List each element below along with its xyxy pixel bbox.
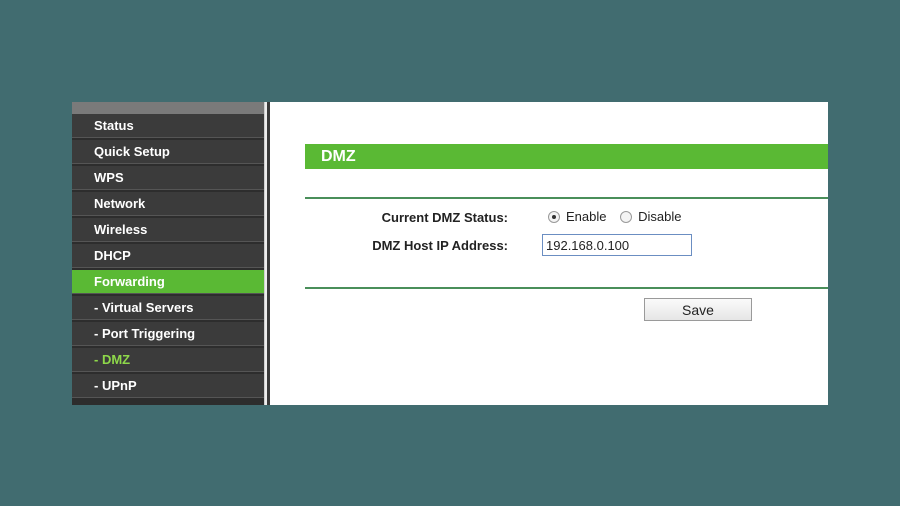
sidebar-item-port-triggering[interactable]: - Port Triggering (72, 322, 264, 346)
dmz-ip-row: DMZ Host IP Address: (270, 234, 828, 258)
dmz-ip-label: DMZ Host IP Address: (372, 238, 508, 253)
sidebar-item-forwarding[interactable]: Forwarding (72, 270, 264, 294)
main-content: DMZ Current DMZ Status: Enable Disable D… (270, 102, 828, 405)
sidebar-item-upnp[interactable]: - UPnP (72, 374, 264, 398)
sidebar-item-dmz[interactable]: - DMZ (72, 348, 264, 372)
dmz-status-label: Current DMZ Status: (381, 210, 508, 225)
page-title: DMZ (305, 144, 828, 169)
sidebar-header-strip (72, 102, 264, 114)
sidebar-item-network[interactable]: Network (72, 192, 264, 216)
sidebar-menu: Status Quick Setup WPS Network Wireless … (72, 114, 264, 400)
disable-radio-label[interactable]: Disable (638, 209, 681, 224)
sidebar-item-dhcp[interactable]: DHCP (72, 244, 264, 268)
divider-bottom (305, 287, 828, 289)
dmz-host-ip-input[interactable] (542, 234, 692, 256)
sidebar: Status Quick Setup WPS Network Wireless … (72, 102, 264, 405)
dmz-status-row: Current DMZ Status: Enable Disable (270, 206, 828, 230)
enable-radio[interactable] (548, 211, 560, 223)
sidebar-item-status[interactable]: Status (72, 114, 264, 138)
sidebar-item-wps[interactable]: WPS (72, 166, 264, 190)
enable-radio-label[interactable]: Enable (566, 209, 606, 224)
disable-radio[interactable] (620, 211, 633, 223)
sidebar-item-wireless[interactable]: Wireless (72, 218, 264, 242)
dmz-status-radio-group: Enable Disable (548, 209, 691, 224)
divider-top (305, 197, 828, 199)
sidebar-item-virtual-servers[interactable]: - Virtual Servers (72, 296, 264, 320)
save-button[interactable]: Save (644, 298, 752, 321)
sidebar-item-quick-setup[interactable]: Quick Setup (72, 140, 264, 164)
router-admin-panel: Status Quick Setup WPS Network Wireless … (72, 102, 828, 405)
